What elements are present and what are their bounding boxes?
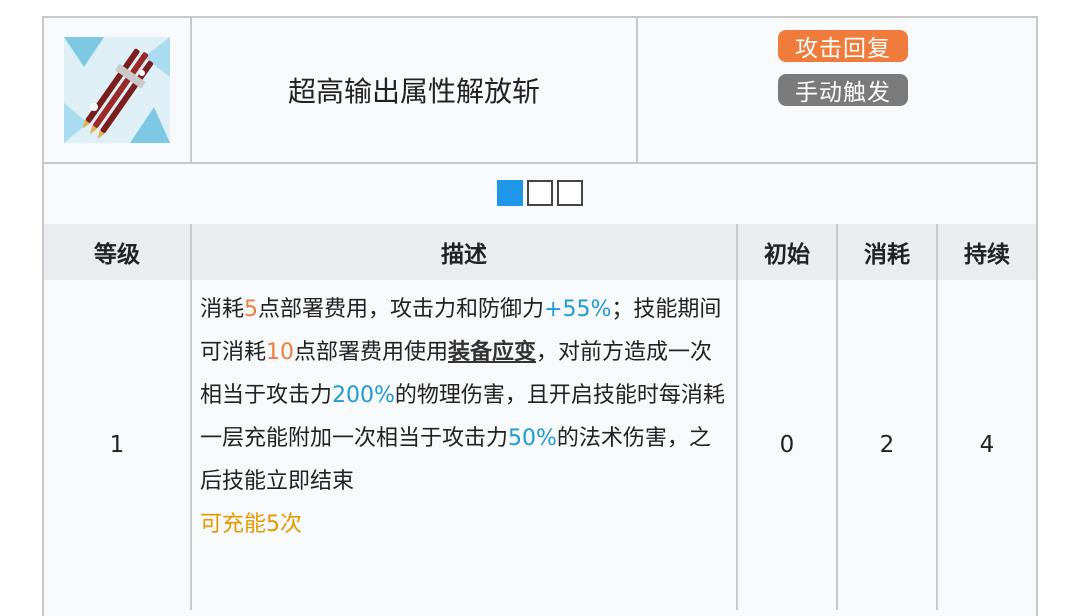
tag-attack-recovery: 攻击回复 xyxy=(778,30,908,62)
desc-text: 点部署费用，攻击力和防御力 xyxy=(258,297,545,322)
desc-value: 50% xyxy=(508,426,557,451)
desc-text: 消耗 xyxy=(200,297,245,322)
level-box-1[interactable] xyxy=(497,180,523,206)
header-desc: 描述 xyxy=(192,224,738,280)
skill-icon-cell xyxy=(44,18,192,162)
header-init: 初始 xyxy=(738,224,838,280)
charge-note: 可充能5次 xyxy=(200,512,302,537)
term-link-equipment-change[interactable]: 装备应变 xyxy=(448,340,536,365)
cell-cost: 2 xyxy=(838,280,938,610)
skill-header-row: 超高输出属性解放斩 攻击回复 手动触发 xyxy=(44,18,1036,164)
table-header-row: 等级 描述 初始 消耗 持续 xyxy=(44,224,1036,282)
header-level: 等级 xyxy=(44,224,192,280)
cell-level: 1 xyxy=(44,280,192,610)
desc-value: 10 xyxy=(266,340,295,365)
skill-tags: 攻击回复 手动触发 xyxy=(638,18,1036,162)
tag-manual-trigger: 手动触发 xyxy=(778,74,908,106)
skill-name: 超高输出属性解放斩 xyxy=(192,18,638,162)
desc-value: 200% xyxy=(332,383,395,408)
skill-table: 超高输出属性解放斩 攻击回复 手动触发 等级 描述 初始 消耗 持续 1 消耗5… xyxy=(42,16,1038,616)
level-selector xyxy=(44,162,1036,226)
level-box-2[interactable] xyxy=(527,180,553,206)
cell-desc: 消耗5点部署费用，攻击力和防御力+55%；技能期间可消耗10点部署费用使用装备应… xyxy=(192,280,738,610)
header-duration: 持续 xyxy=(964,242,1010,268)
header-cost: 消耗 xyxy=(838,224,938,280)
level-box-3[interactable] xyxy=(557,180,583,206)
skill-icon xyxy=(64,37,170,143)
cell-init: 0 xyxy=(738,280,838,610)
desc-value: +55% xyxy=(544,297,612,322)
table-row: 1 消耗5点部署费用，攻击力和防御力+55%；技能期间可消耗10点部署费用使用装… xyxy=(44,280,1036,610)
desc-text: 点部署费用使用 xyxy=(294,340,449,365)
cell-duration: 4 xyxy=(979,432,995,458)
desc-value: 5 xyxy=(244,297,259,322)
